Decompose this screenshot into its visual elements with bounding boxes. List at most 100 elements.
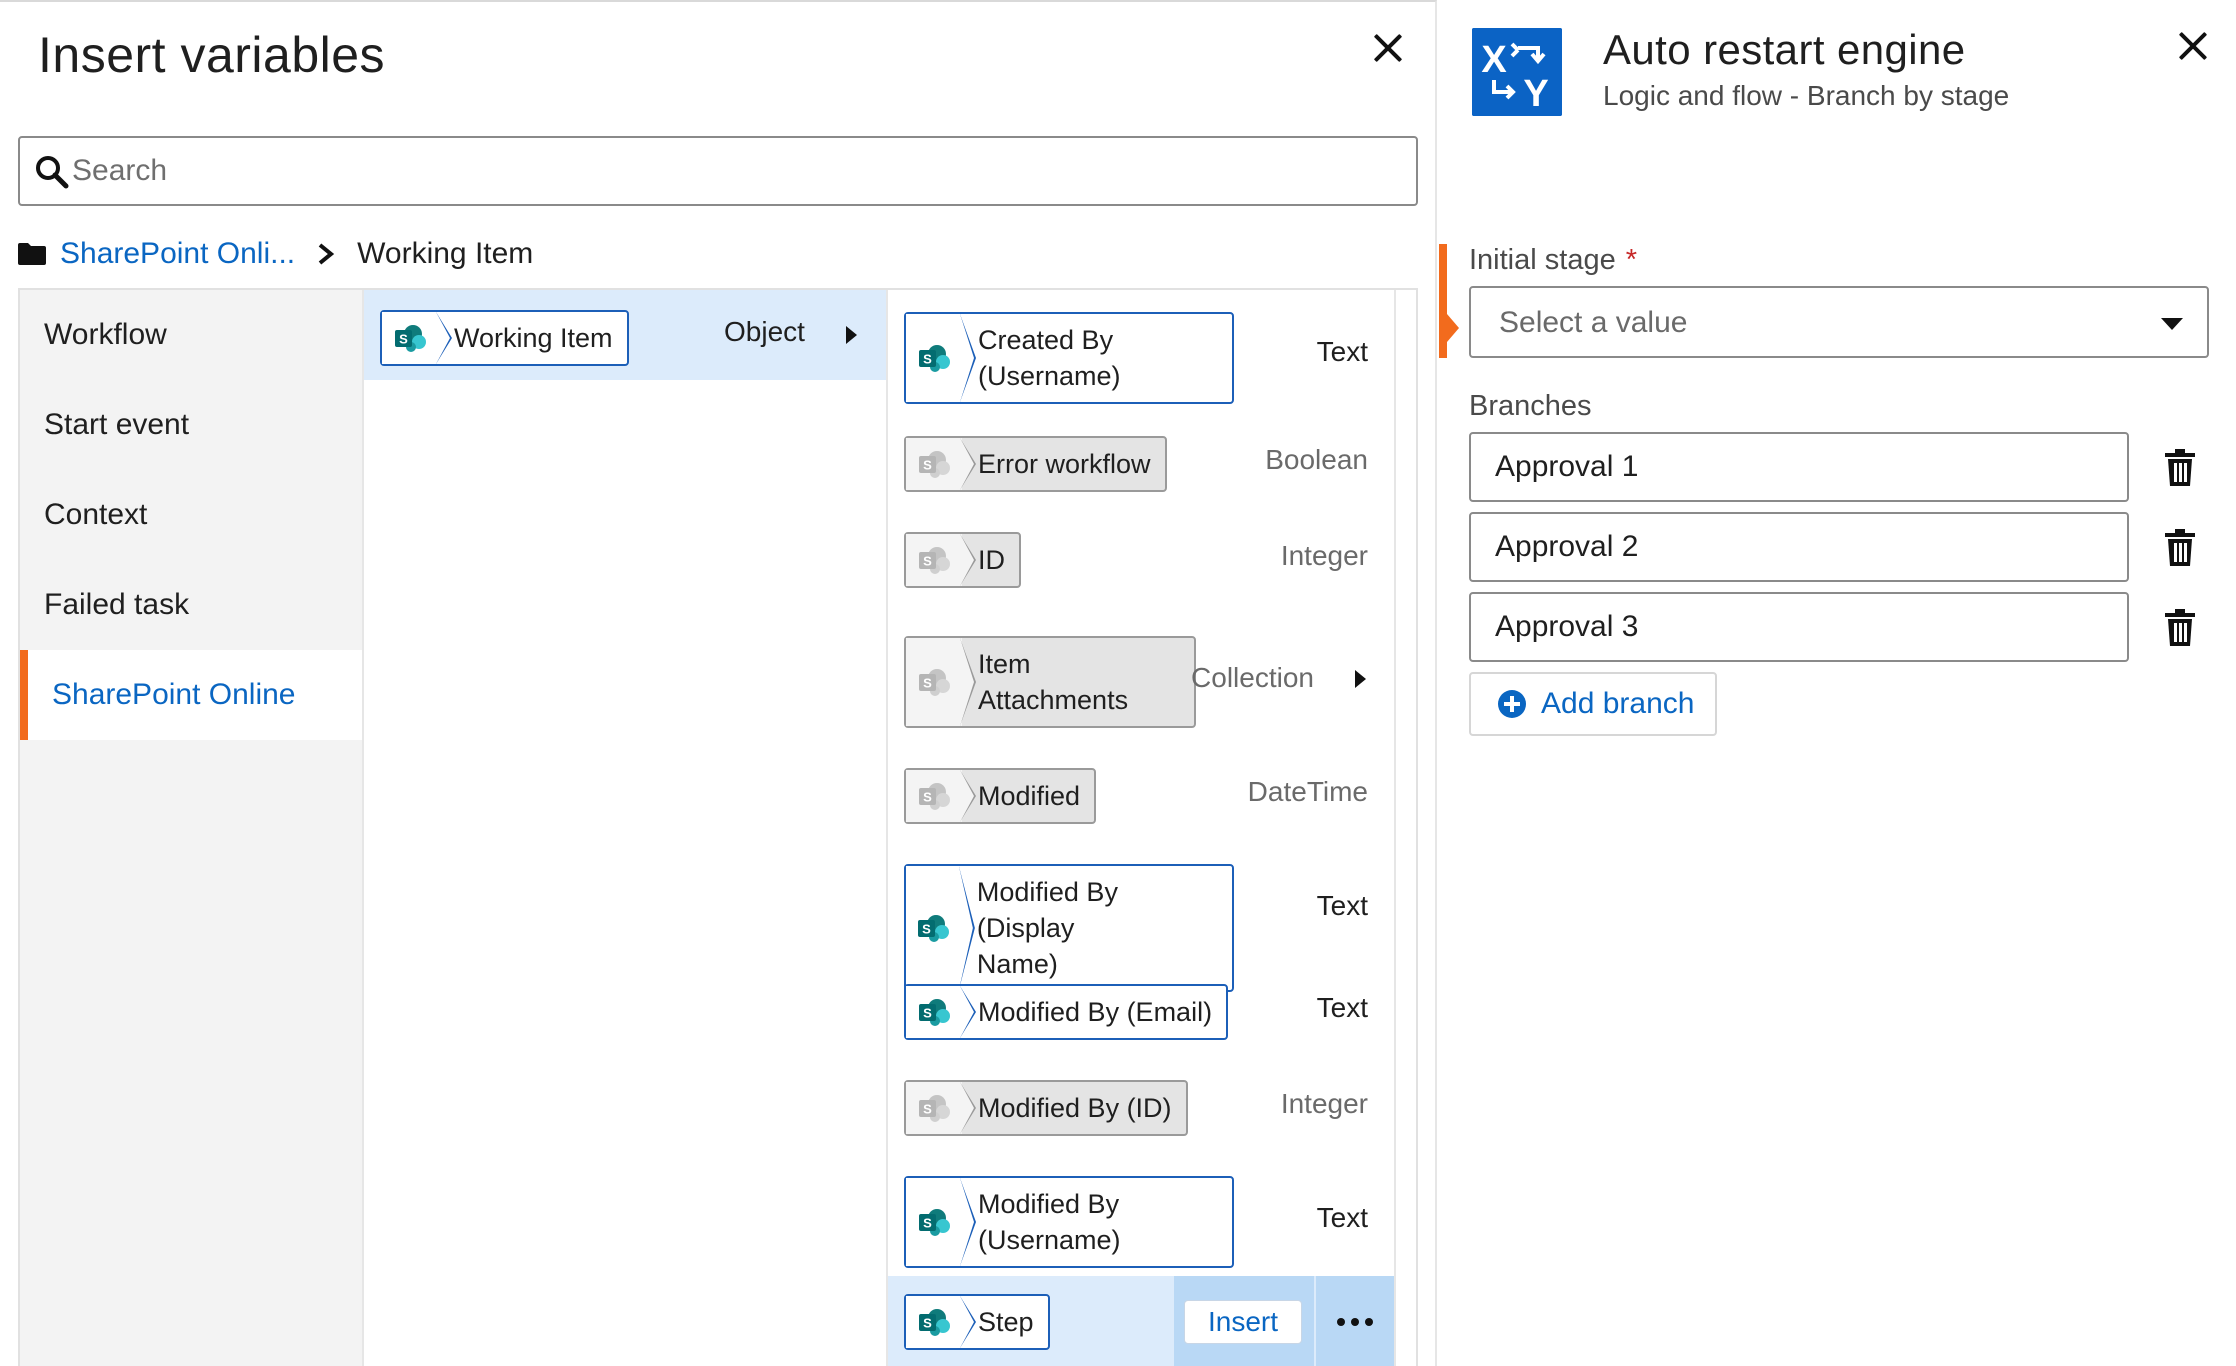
variable-type: Integer [1280, 540, 1368, 571]
variable-row-step[interactable]: S Step Insert [888, 1276, 1394, 1366]
variable-row[interactable]: S Modified DateTime [888, 764, 1394, 824]
more-options-icon[interactable] [1314, 1276, 1394, 1366]
branch-input-1[interactable] [1469, 432, 2129, 502]
variable-chip: S Created By (Username) [904, 312, 1234, 404]
object-row-working-item[interactable]: S Working Item Object [364, 290, 886, 380]
expand-caret-icon [846, 326, 857, 344]
chip-label-line1: Created By [978, 325, 1114, 355]
variables-column: S Created By (Username) Text S Error work… [886, 290, 1396, 1366]
variable-row[interactable]: S Modified By (Username) Text [888, 1168, 1394, 1268]
initial-stage-label: Initial stage * [1469, 244, 1637, 277]
variable-type: DateTime [1247, 776, 1368, 807]
variable-chip: S Item Attachments [904, 636, 1196, 728]
sharepoint-icon: S [919, 547, 950, 574]
variable-row[interactable]: S ID Integer [888, 528, 1394, 588]
insert-button[interactable]: Insert [1184, 1300, 1302, 1344]
svg-text:S: S [923, 922, 932, 937]
branch-by-stage-icon: X Y [1472, 28, 1562, 116]
required-field-marker [1439, 244, 1459, 358]
branches-label: Branches [1469, 390, 1592, 422]
variable-row[interactable]: S Created By (Username) Text [888, 304, 1394, 404]
sharepoint-icon: S [919, 783, 950, 810]
category-label: Workflow [44, 318, 167, 351]
sharepoint-icon: S [395, 325, 426, 352]
sharepoint-icon: S [919, 345, 950, 372]
variable-type: Text [1316, 1202, 1368, 1233]
variable-row[interactable]: S Item Attachments Collection [888, 632, 1394, 728]
category-failed-task[interactable]: Failed task [20, 560, 362, 650]
close-panel-icon[interactable] [2171, 24, 2215, 68]
icon-letter-y: Y [1523, 73, 1548, 115]
search-input[interactable] [72, 148, 1392, 194]
expand-caret-icon[interactable] [1355, 670, 1366, 688]
sharepoint-icon: S [919, 669, 950, 696]
breadcrumb: SharePoint Onli... Working Item [18, 232, 533, 276]
object-type: Object [724, 316, 805, 347]
chip-label: Modified [978, 781, 1081, 811]
variable-type: Text [1316, 890, 1368, 921]
chip-label-line1: Item [978, 649, 1031, 679]
sharepoint-icon: S [918, 915, 950, 942]
chip-label-line1: Modified By (Display [976, 877, 1118, 943]
category-context[interactable]: Context [20, 470, 362, 560]
action-config-panel: X Y Auto restart engine Logic and flow -… [1439, 0, 2236, 1366]
close-modal-icon[interactable] [1366, 26, 1410, 70]
variable-chip: S Modified By (Display Name) [904, 864, 1234, 992]
variable-row[interactable]: S Modified By (ID) Integer [888, 1076, 1394, 1136]
panel-title: Auto restart engine [1603, 26, 1966, 73]
chip-label-line1: Modified By [978, 1189, 1120, 1219]
svg-text:S: S [923, 458, 932, 473]
svg-text:S: S [923, 1316, 932, 1331]
variable-type: Text [1316, 336, 1368, 367]
icon-letter-x: X [1481, 39, 1507, 81]
variable-chip: S Working Item [380, 310, 629, 366]
object-column: S Working Item Object [362, 290, 886, 1366]
folder-icon [18, 243, 46, 265]
add-branch-button[interactable]: Add branch [1469, 672, 1717, 736]
svg-text:S: S [923, 554, 932, 569]
svg-text:S: S [923, 1216, 932, 1231]
svg-text:S: S [923, 790, 932, 805]
initial-stage-label-text: Initial stage [1469, 244, 1616, 276]
chip-label-line2: (Username) [978, 361, 1121, 391]
trash-icon[interactable] [2163, 608, 2197, 648]
breadcrumb-current: Working Item [357, 237, 534, 270]
variable-chip: S Modified By (Email) [904, 984, 1229, 1040]
variable-type: Boolean [1265, 444, 1368, 475]
trash-icon[interactable] [2163, 528, 2197, 568]
modal-title: Insert variables [38, 27, 386, 83]
chip-label-line2: Name) [976, 949, 1058, 979]
variable-row[interactable]: S Modified By (Display Name) Text [888, 858, 1394, 992]
category-workflow[interactable]: Workflow [20, 290, 362, 380]
chip-label: ID [978, 545, 1005, 575]
variable-row[interactable]: S Modified By (Email) Text [888, 980, 1394, 1040]
initial-stage-select[interactable]: Select a value [1469, 286, 2209, 358]
add-branch-label: Add branch [1541, 687, 1695, 720]
trash-icon[interactable] [2163, 448, 2197, 488]
insert-variables-modal: Insert variables SharePoint Onli... Work… [0, 0, 1437, 1366]
svg-text:S: S [923, 1102, 932, 1117]
chevron-down-icon [2161, 318, 2183, 330]
chip-label-line2: Attachments [978, 685, 1129, 715]
breadcrumb-root-link[interactable]: SharePoint Onli... [60, 237, 295, 271]
svg-text:S: S [399, 332, 408, 347]
row-actions: Insert [1174, 1276, 1394, 1366]
variable-type: Collection [1191, 662, 1314, 693]
variable-browser: Workflow Start event Context Failed task… [18, 288, 1418, 1366]
branch-input-3[interactable] [1469, 592, 2129, 662]
category-sharepoint-online[interactable]: SharePoint Online [20, 650, 362, 740]
svg-text:S: S [923, 676, 932, 691]
panel-subtitle: Logic and flow - Branch by stage [1603, 80, 2010, 111]
select-placeholder: Select a value [1499, 306, 1688, 339]
category-start-event[interactable]: Start event [20, 380, 362, 470]
variable-chip: S ID [904, 532, 1021, 588]
variable-chip: S Modified [904, 768, 1097, 824]
sharepoint-icon: S [919, 999, 950, 1026]
variable-row[interactable]: S Error workflow Boolean [888, 432, 1394, 492]
chip-label: Modified By (Email) [978, 997, 1213, 1027]
category-label: Failed task [44, 588, 190, 621]
category-column: Workflow Start event Context Failed task… [20, 290, 362, 1366]
sharepoint-icon: S [919, 451, 950, 478]
branch-input-2[interactable] [1469, 512, 2129, 582]
category-label: Context [44, 498, 148, 531]
